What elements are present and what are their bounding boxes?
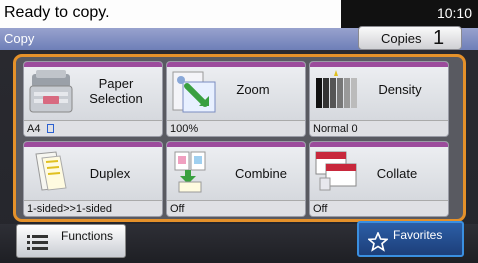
favorites-label: Favorites <box>393 228 443 242</box>
density-label: Density <box>378 82 422 97</box>
duplex-icon <box>35 151 67 191</box>
copies-count: 1 <box>433 27 445 49</box>
functions-label: Functions <box>61 229 114 243</box>
status-bar: Ready to copy. 10:10 <box>0 0 478 29</box>
status-clock-area: 10:10 <box>341 0 478 28</box>
tile-stripe <box>24 142 162 147</box>
copies-label: Copies <box>381 31 422 46</box>
star-icon <box>368 232 388 252</box>
copies-button[interactable]: Copies 1 <box>358 26 462 50</box>
combine-icon <box>174 151 206 193</box>
density-tile[interactable]: Density Normal 0 <box>309 61 449 137</box>
list-icon <box>27 235 48 250</box>
tile-stripe <box>167 62 305 67</box>
paper-tray-icon <box>29 70 73 113</box>
tile-stripe <box>167 142 305 147</box>
paper-selection-value: A4 <box>24 120 162 136</box>
zoom-value: 100% <box>167 120 305 136</box>
collate-label: Collate <box>376 166 418 181</box>
clock: 10:10 <box>436 5 472 21</box>
paper-size-text: A4 <box>27 123 41 135</box>
density-value: Normal 0 <box>310 120 448 136</box>
tile-stripe <box>24 62 162 67</box>
function-grid: Paper Selection A4 Zoom 100% Density Nor… <box>13 54 466 222</box>
zoom-icon <box>172 71 216 113</box>
paper-selection-tile[interactable]: Paper Selection A4 <box>23 61 163 137</box>
collate-value: Off <box>310 200 448 216</box>
density-icon <box>316 70 357 108</box>
duplex-tile[interactable]: Duplex 1-sided>>1-sided <box>23 141 163 217</box>
functions-button[interactable]: Functions <box>16 224 126 258</box>
duplex-value: 1-sided>>1-sided <box>24 200 162 216</box>
zoom-label: Zoom <box>236 82 270 97</box>
collate-tile[interactable]: Collate Off <box>309 141 449 217</box>
tile-stripe <box>310 142 448 147</box>
combine-tile[interactable]: Combine Off <box>166 141 306 217</box>
tile-stripe <box>310 62 448 67</box>
copy-screen: Ready to copy. 10:10 Copy Copies 1 Paper… <box>0 0 478 263</box>
paper-selection-label: Paper Selection <box>89 76 143 106</box>
screen-title: Copy <box>4 31 35 46</box>
combine-value: Off <box>167 200 305 216</box>
status-message: Ready to copy. <box>4 4 110 21</box>
combine-label: Combine <box>234 166 288 181</box>
favorites-button[interactable]: Favorites <box>357 221 464 257</box>
collate-icon <box>315 151 357 191</box>
portrait-orientation-icon <box>46 124 54 133</box>
duplex-label: Duplex <box>89 166 131 181</box>
zoom-tile[interactable]: Zoom 100% <box>166 61 306 137</box>
